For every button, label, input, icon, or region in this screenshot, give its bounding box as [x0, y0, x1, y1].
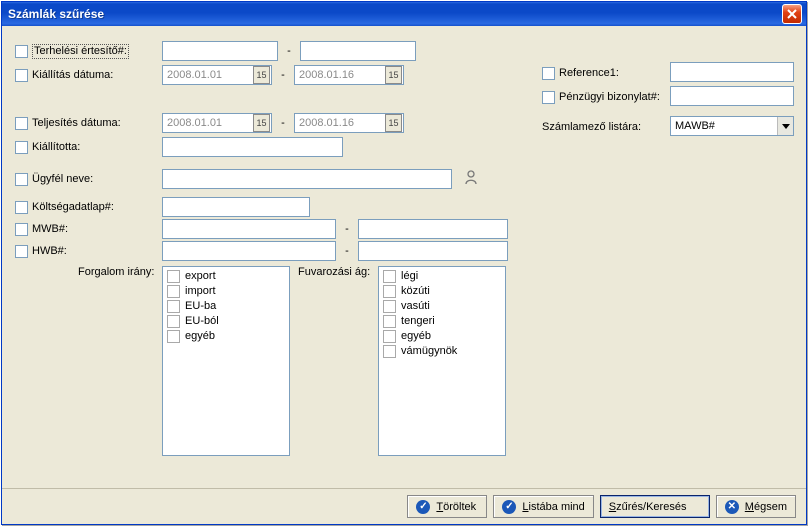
list-item-label: EU-ba — [182, 300, 216, 312]
kiallitotta-input[interactable] — [162, 137, 343, 157]
check-icon: ✓ — [502, 500, 516, 514]
hwb-from-input[interactable] — [162, 241, 336, 261]
koltseg-input[interactable] — [162, 197, 310, 217]
list-item-checkbox[interactable] — [167, 285, 180, 298]
list-item[interactable]: vámügynök — [383, 344, 501, 359]
list-item-checkbox[interactable] — [383, 270, 396, 283]
hwb-checkbox[interactable] — [15, 245, 28, 258]
list-item-label: légi — [398, 270, 418, 282]
window: Számlák szűrése Terhelési értesítő#: - K… — [1, 1, 807, 525]
cancel-icon: ✕ — [725, 500, 739, 514]
reference1-input[interactable] — [670, 62, 794, 82]
forgalom-listbox[interactable]: export import EU-ba EU-ból egyéb — [162, 266, 290, 456]
person-icon[interactable] — [464, 168, 478, 186]
penzugyi-input[interactable] — [670, 86, 794, 106]
list-item-label: EU-ból — [182, 315, 219, 327]
check-icon: ✓ — [416, 500, 430, 514]
reference1-checkbox[interactable] — [542, 67, 555, 80]
list-item[interactable]: egyéb — [383, 329, 501, 344]
list-item-checkbox[interactable] — [167, 300, 180, 313]
toroltek-rest: öröltek — [443, 501, 476, 513]
close-icon — [787, 9, 797, 19]
calendar-icon[interactable]: 15 — [385, 114, 402, 132]
ugyfel-checkbox[interactable] — [15, 173, 28, 186]
titlebar: Számlák szűrése — [2, 2, 806, 26]
client-area: Terhelési értesítő#: - Kiállítás dátuma:… — [2, 26, 806, 488]
terhelesi-checkbox[interactable] — [15, 45, 28, 58]
list-item[interactable]: tengeri — [383, 314, 501, 329]
window-title: Számlák szűrése — [8, 7, 782, 21]
close-button[interactable] — [782, 4, 802, 24]
calendar-icon[interactable]: 15 — [253, 114, 270, 132]
forgalom-label: Forgalom irány: — [78, 266, 154, 278]
list-item-checkbox[interactable] — [383, 315, 396, 328]
list-item-checkbox[interactable] — [383, 345, 396, 358]
list-item-label: import — [182, 285, 216, 297]
szures-button[interactable]: Szűrés/Keresés — [600, 495, 710, 518]
mwb-label: MWB#: — [32, 223, 162, 235]
list-item[interactable]: export — [167, 269, 285, 284]
list-item-checkbox[interactable] — [167, 270, 180, 283]
list-item-checkbox[interactable] — [167, 315, 180, 328]
listaba-button[interactable]: ✓ Listába mind — [493, 495, 593, 518]
list-item-label: egyéb — [182, 330, 215, 342]
penzugyi-label: Pénzügyi bizonylat#: — [559, 91, 671, 103]
kiallitas-label: Kiállítás dátuma: — [32, 69, 162, 81]
terhelesi-from-input[interactable] — [162, 41, 278, 61]
mwb-to-input[interactable] — [358, 219, 508, 239]
kiallitotta-checkbox[interactable] — [15, 141, 28, 154]
list-item-checkbox[interactable] — [383, 330, 396, 343]
kiallitotta-label: Kiállította: — [32, 141, 162, 153]
list-item-label: vámügynök — [398, 345, 457, 357]
hwb-to-input[interactable] — [358, 241, 508, 261]
fuvarozasi-listbox[interactable]: légi közúti vasúti tengeri egyéb vámügyn… — [378, 266, 506, 456]
list-item-checkbox[interactable] — [167, 330, 180, 343]
list-item[interactable]: közúti — [383, 284, 501, 299]
koltseg-label: Költségadatlap#: — [32, 201, 162, 213]
list-item[interactable]: import — [167, 284, 285, 299]
list-item-label: vasúti — [398, 300, 430, 312]
kiallitas-checkbox[interactable] — [15, 69, 28, 82]
list-item-checkbox[interactable] — [383, 285, 396, 298]
hwb-label: HWB#: — [32, 245, 162, 257]
szamlamezo-combo[interactable]: MAWB# — [670, 116, 794, 136]
teljesites-from-date[interactable]: 2008.01.01 15 — [162, 113, 272, 133]
list-item[interactable]: EU-ból — [167, 314, 285, 329]
mwb-checkbox[interactable] — [15, 223, 28, 236]
list-item[interactable]: vasúti — [383, 299, 501, 314]
chevron-down-icon[interactable] — [777, 117, 793, 135]
list-item[interactable]: légi — [383, 269, 501, 284]
terhelesi-to-input[interactable] — [300, 41, 416, 61]
mwb-from-input[interactable] — [162, 219, 336, 239]
calendar-icon[interactable]: 15 — [253, 66, 270, 84]
ugyfel-input[interactable] — [162, 169, 452, 189]
list-item[interactable]: egyéb — [167, 329, 285, 344]
list-item-label: export — [182, 270, 216, 282]
kiallitas-from-date[interactable]: 2008.01.01 15 — [162, 65, 272, 85]
ugyfel-label: Ügyfél neve: — [32, 173, 162, 185]
szamlamezo-label: Számlamező listára: — [542, 121, 670, 133]
list-item-label: egyéb — [398, 330, 431, 342]
toroltek-button[interactable]: ✓ Töröltek — [407, 495, 487, 518]
koltseg-checkbox[interactable] — [15, 201, 28, 214]
list-item-label: tengeri — [398, 315, 435, 327]
list-item-label: közúti — [398, 285, 430, 297]
list-item-checkbox[interactable] — [383, 300, 396, 313]
fuvarozasi-label: Fuvarozási ág: — [298, 266, 370, 278]
megsem-button[interactable]: ✕ Mégsem — [716, 495, 796, 518]
footer: ✓ Töröltek ✓ Listába mind Szűrés/Keresés… — [2, 488, 806, 524]
teljesites-to-date[interactable]: 2008.01.16 15 — [294, 113, 404, 133]
calendar-icon[interactable]: 15 — [385, 66, 402, 84]
teljesites-label: Teljesítés dátuma: — [32, 117, 162, 129]
terhelesi-label: Terhelési értesítő#: — [32, 44, 162, 59]
reference1-label: Reference1: — [559, 67, 671, 79]
list-item[interactable]: EU-ba — [167, 299, 285, 314]
kiallitas-to-date[interactable]: 2008.01.16 15 — [294, 65, 404, 85]
teljesites-checkbox[interactable] — [15, 117, 28, 130]
penzugyi-checkbox[interactable] — [542, 91, 555, 104]
dash: - — [278, 45, 300, 57]
